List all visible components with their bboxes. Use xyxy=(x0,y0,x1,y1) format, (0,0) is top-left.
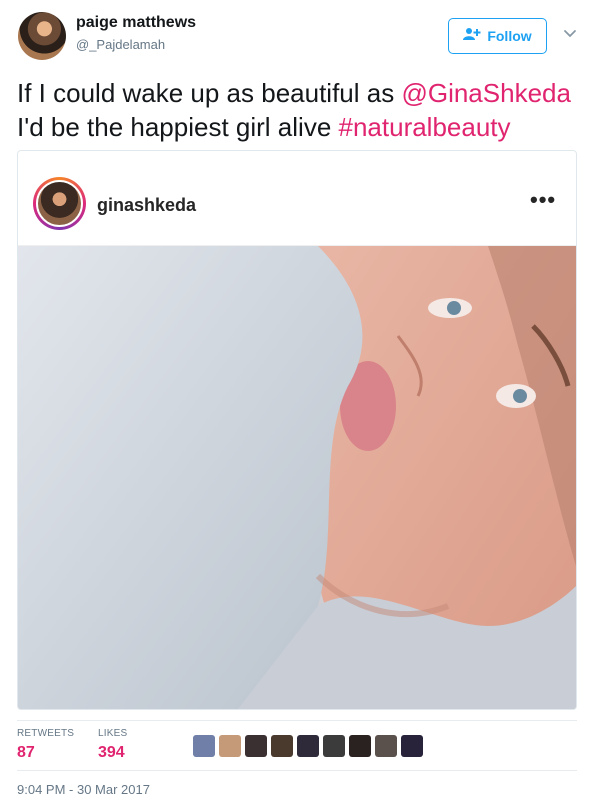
likes-label: LIKES xyxy=(98,728,128,739)
retweets-count: 87 xyxy=(17,744,35,761)
liker-avatar[interactable] xyxy=(323,735,345,757)
add-person-icon xyxy=(463,27,481,46)
tweet-text-part2: I'd be the happiest girl alive xyxy=(17,112,339,142)
author-handle[interactable]: @_Pajdelamah xyxy=(76,37,165,52)
liker-avatar[interactable] xyxy=(375,735,397,757)
liker-avatar[interactable] xyxy=(401,735,423,757)
retweets-stat[interactable]: RETWEETS 87 xyxy=(17,728,74,762)
mention-link[interactable]: @GinaShkeda xyxy=(401,78,571,108)
instagram-post-header: ginashkeda ••• xyxy=(18,151,576,246)
more-horizontal-icon[interactable]: ••• xyxy=(530,189,556,211)
embedded-instagram-card[interactable]: ginashkeda ••• xyxy=(17,150,577,710)
liker-avatar[interactable] xyxy=(219,735,241,757)
tweet-text: If I could wake up as beautiful as @Gina… xyxy=(17,76,582,144)
follow-button-label: Follow xyxy=(487,28,532,44)
instagram-avatar-ring[interactable] xyxy=(33,177,86,230)
divider xyxy=(17,770,577,771)
selfie-photo-illustration xyxy=(18,246,576,709)
instagram-username[interactable]: ginashkeda xyxy=(97,195,196,216)
chevron-down-icon[interactable] xyxy=(562,26,578,42)
liker-avatar[interactable] xyxy=(193,735,215,757)
liker-avatar[interactable] xyxy=(297,735,319,757)
author-display-name[interactable]: paige matthews xyxy=(76,14,196,32)
tweet-timestamp[interactable]: 9:04 PM - 30 Mar 2017 xyxy=(17,782,150,797)
likes-count: 394 xyxy=(98,744,125,761)
tweet-header: paige matthews @_Pajdelamah Follow xyxy=(0,0,594,70)
author-avatar[interactable] xyxy=(18,12,66,60)
liker-avatar[interactable] xyxy=(271,735,293,757)
instagram-avatar xyxy=(36,180,83,227)
follow-button[interactable]: Follow xyxy=(448,18,547,54)
likes-stat[interactable]: LIKES 394 xyxy=(98,728,127,762)
divider xyxy=(17,720,577,721)
tweet-text-part1: If I could wake up as beautiful as xyxy=(17,78,402,108)
liker-avatars xyxy=(193,735,423,757)
hashtag-link[interactable]: #naturalbeauty xyxy=(339,112,511,142)
retweets-label: RETWEETS xyxy=(17,728,75,739)
post-photo[interactable] xyxy=(18,246,576,709)
liker-avatar[interactable] xyxy=(349,735,371,757)
liker-avatar[interactable] xyxy=(245,735,267,757)
